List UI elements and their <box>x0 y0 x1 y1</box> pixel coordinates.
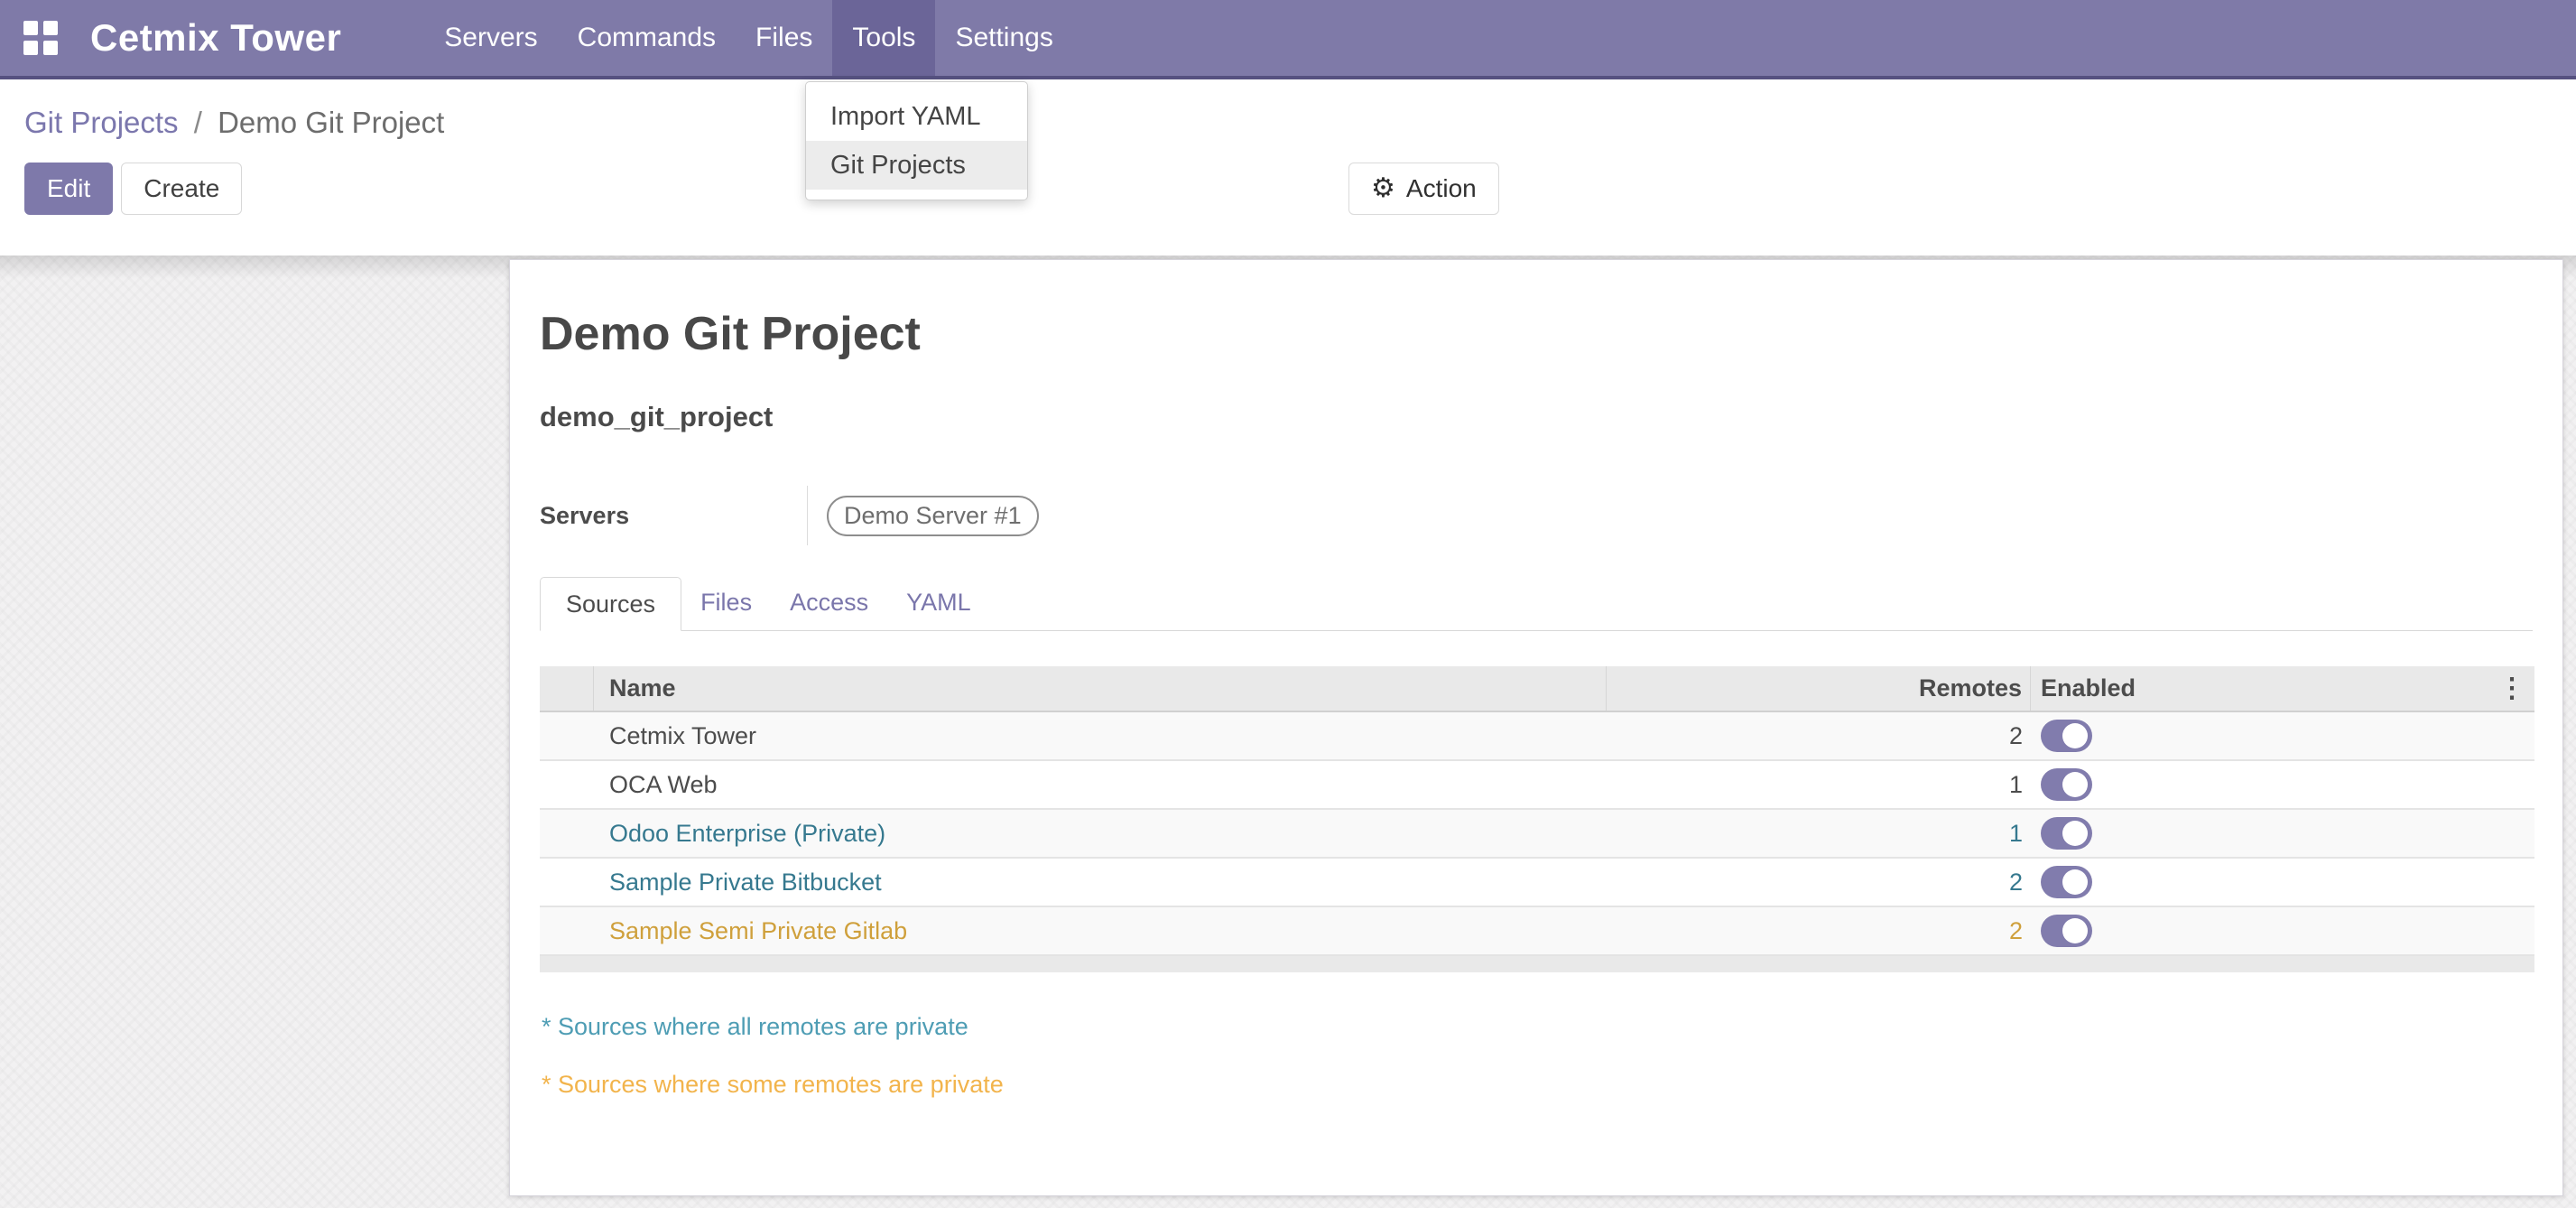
enabled-toggle[interactable] <box>2041 768 2092 801</box>
servers-field-label: Servers <box>540 486 808 545</box>
enabled-cell <box>2031 817 2534 850</box>
breadcrumb-link-git-projects[interactable]: Git Projects <box>24 106 179 139</box>
tab-files[interactable]: Files <box>681 576 771 630</box>
create-button[interactable]: Create <box>121 163 242 215</box>
nav-item-tools[interactable]: Tools <box>832 0 935 76</box>
nav-item-servers[interactable]: Servers <box>424 0 557 76</box>
control-panel-buttons: Edit Create ⚙ Action <box>24 163 2576 215</box>
source-name-cell: OCA Web <box>594 771 1607 799</box>
footnote-semi_private: * Sources where some remotes are private <box>542 1070 2533 1099</box>
enabled-cell <box>2031 720 2534 752</box>
source-name-cell: Odoo Enterprise (Private) <box>594 820 1607 848</box>
notebook-tabs: SourcesFilesAccessYAML <box>540 576 2533 631</box>
enabled-toggle[interactable] <box>2041 720 2092 752</box>
enabled-cell <box>2031 866 2534 898</box>
row-handle-cell <box>540 761 594 808</box>
source-name-cell: Cetmix Tower <box>594 722 1607 750</box>
servers-field-row: Servers Demo Server #1 <box>540 486 2533 545</box>
row-handle-cell <box>540 810 594 857</box>
remotes-count-cell: 2 <box>1607 917 2031 945</box>
action-button-label: Action <box>1406 174 1477 203</box>
table-header-handle-cell <box>540 666 594 711</box>
form-background: Demo Git Project demo_git_project Server… <box>0 256 2576 1208</box>
server-tag[interactable]: Demo Server #1 <box>827 496 1039 536</box>
enabled-toggle[interactable] <box>2041 866 2092 898</box>
column-header-name[interactable]: Name <box>594 666 1607 711</box>
tab-yaml[interactable]: YAML <box>887 576 990 630</box>
enabled-toggle[interactable] <box>2041 817 2092 850</box>
table-row[interactable]: Sample Private Bitbucket2 <box>540 859 2534 907</box>
apps-menu-icon[interactable] <box>23 21 58 55</box>
gear-icon: ⚙ <box>1371 175 1395 202</box>
table-body: Cetmix Tower2OCA Web1Odoo Enterprise (Pr… <box>540 712 2534 956</box>
nav-item-files[interactable]: Files <box>736 0 832 76</box>
row-handle-cell <box>540 907 594 954</box>
nav-menu: ServersCommandsFilesToolsSettings <box>424 0 1073 76</box>
edit-button[interactable]: Edit <box>24 163 113 215</box>
remotes-count-cell: 1 <box>1607 820 2031 848</box>
form-sheet: Demo Git Project demo_git_project Server… <box>509 259 2563 1196</box>
enabled-toggle[interactable] <box>2041 915 2092 947</box>
footnote-private: * Sources where all remotes are private <box>542 1012 2533 1041</box>
dropdown-item-git-projects[interactable]: Git Projects <box>806 141 1027 190</box>
breadcrumb: Git Projects / Demo Git Project <box>24 105 2576 141</box>
column-header-enabled[interactable]: Enabled <box>2031 674 2534 702</box>
table-header-row: Name Remotes Enabled ⋮ <box>540 666 2534 712</box>
tab-sources[interactable]: Sources <box>540 577 681 631</box>
breadcrumb-current: Demo Git Project <box>218 106 444 139</box>
table-row[interactable]: OCA Web1 <box>540 761 2534 810</box>
dropdown-item-import-yaml[interactable]: Import YAML <box>806 92 1027 141</box>
row-handle-cell <box>540 859 594 906</box>
source-name-cell: Sample Private Bitbucket <box>594 869 1607 897</box>
column-header-remotes[interactable]: Remotes <box>1607 666 2031 711</box>
table-footer-strip <box>540 956 2534 972</box>
remotes-count-cell: 1 <box>1607 771 2031 799</box>
action-button[interactable]: ⚙ Action <box>1348 163 1499 215</box>
record-code: demo_git_project <box>540 401 2533 433</box>
sources-table: Name Remotes Enabled ⋮ Cetmix Tower2OCA … <box>540 666 2534 972</box>
enabled-cell <box>2031 915 2534 947</box>
enabled-cell <box>2031 768 2534 801</box>
row-handle-cell <box>540 712 594 759</box>
tab-access[interactable]: Access <box>771 576 887 630</box>
footnotes: * Sources where all remotes are private *… <box>540 1012 2533 1099</box>
app-brand[interactable]: Cetmix Tower <box>90 16 341 60</box>
control-panel: Git Projects / Demo Git Project Edit Cre… <box>0 79 2576 256</box>
optional-columns-icon[interactable]: ⋮ <box>2493 666 2531 711</box>
nav-item-settings[interactable]: Settings <box>935 0 1072 76</box>
record-title: Demo Git Project <box>540 307 2533 361</box>
remotes-count-cell: 2 <box>1607 869 2031 897</box>
tools-dropdown-menu: Import YAMLGit Projects <box>805 81 1028 200</box>
source-name-cell: Sample Semi Private Gitlab <box>594 917 1607 945</box>
remotes-count-cell: 2 <box>1607 722 2031 750</box>
breadcrumb-separator: / <box>187 106 209 139</box>
table-row[interactable]: Odoo Enterprise (Private)1 <box>540 810 2534 859</box>
table-row[interactable]: Cetmix Tower2 <box>540 712 2534 761</box>
nav-item-commands[interactable]: Commands <box>558 0 736 76</box>
table-row[interactable]: Sample Semi Private Gitlab2 <box>540 907 2534 956</box>
top-navbar: Cetmix Tower ServersCommandsFilesToolsSe… <box>0 0 2576 79</box>
